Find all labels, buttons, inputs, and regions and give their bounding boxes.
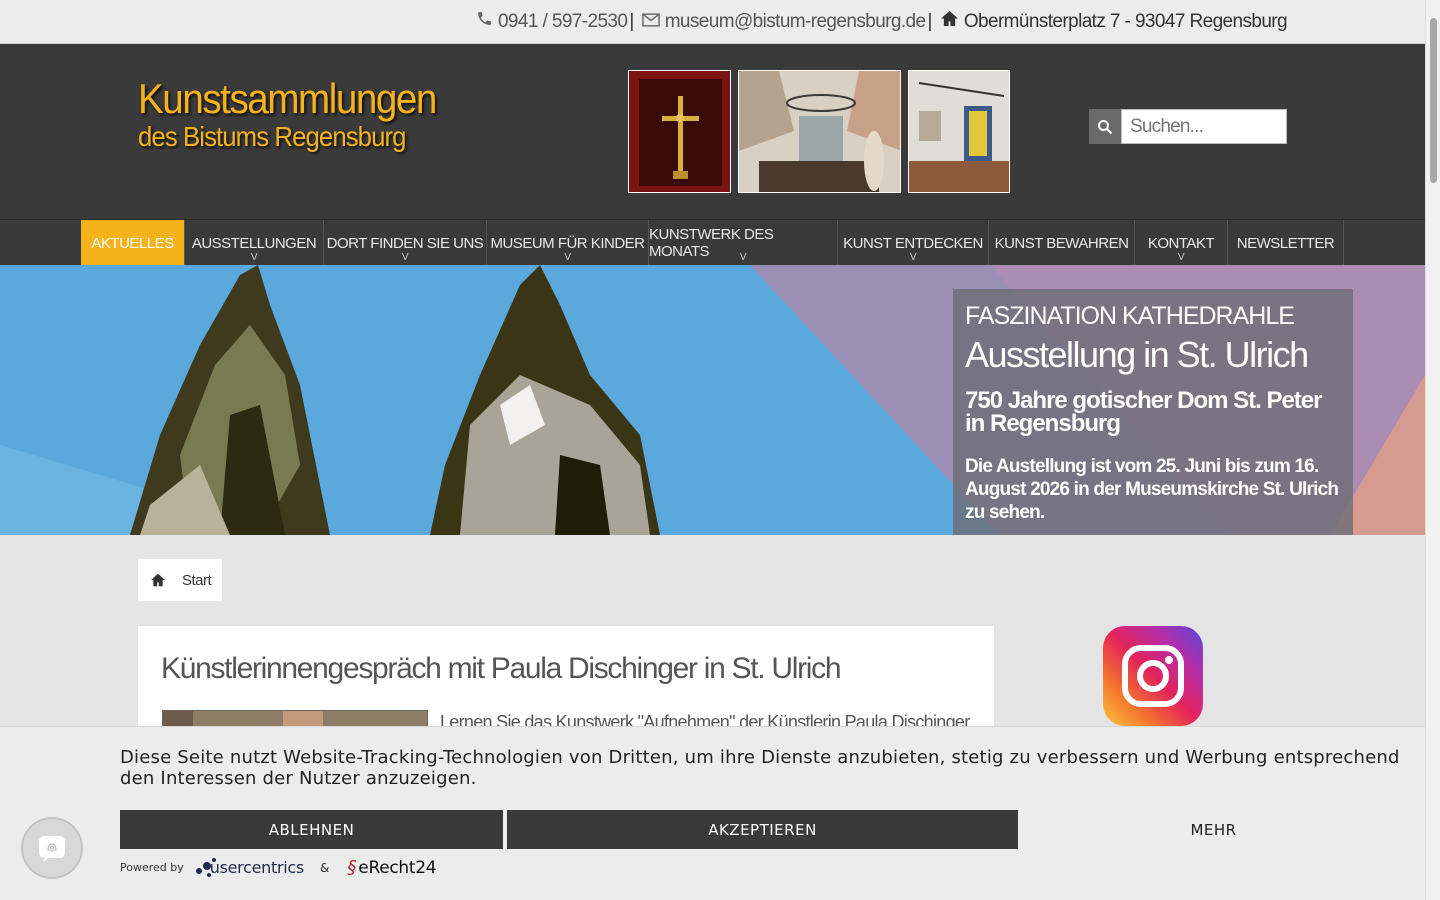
powered-by: Powered by usercentrics & § eRecht24 — [120, 857, 437, 878]
nav-item-kunst-bewahren[interactable]: KUNST BEWAHREN — [989, 220, 1135, 266]
header-image-exhibition — [908, 70, 1010, 193]
nav-label: AUSSTELLUNGEN — [191, 234, 317, 252]
more-button[interactable]: MEHR — [1022, 810, 1405, 849]
chevron-down-icon: v — [401, 252, 409, 263]
site-logo[interactable]: Kunstsammlungen des Bistums Regensburg — [138, 76, 462, 152]
contact-bar: 0941 / 597-2530 | museum@bistum-regensbu… — [0, 0, 1425, 44]
nav-item-kontakt[interactable]: KONTAKT v — [1135, 220, 1228, 266]
site-header: Kunstsammlungen des Bistums Regensburg — [0, 44, 1425, 219]
nav-label: NEWSLETTER — [1236, 234, 1335, 252]
chevron-down-icon: v — [739, 252, 747, 263]
page: 0941 / 597-2530 | museum@bistum-regensbu… — [0, 0, 1425, 900]
chevron-down-icon: v — [564, 252, 571, 263]
nav-item-dort-finden-sie-uns[interactable]: DORT FINDEN SIE UNS v — [324, 220, 487, 266]
nav-item-aktuelles[interactable]: AKTUELLES — [81, 220, 185, 266]
header-image-cross — [628, 70, 731, 193]
erecht24-logo[interactable]: eRecht24 — [358, 858, 436, 878]
main-nav: AKTUELLES AUSSTELLUNGEN v DORT FINDEN SIE… — [0, 219, 1425, 266]
nav-label: KUNST ENTDECKEN — [843, 234, 983, 252]
nav-label: DORT FINDEN SIE UNS — [326, 234, 484, 252]
erecht24-logo-icon: § — [347, 857, 357, 878]
hero-body: Die Austellung ist vom 25. Juni bis zum … — [965, 456, 1339, 523]
scrollbar-thumb[interactable] — [1430, 18, 1437, 183]
fingerprint-icon — [39, 836, 65, 862]
chevron-down-icon: v — [250, 252, 258, 263]
separator: | — [629, 10, 634, 32]
hero-title: Ausstellung in St. Ulrich — [965, 334, 1309, 375]
nav-label: KONTAKT — [1147, 234, 1215, 252]
instagram-link[interactable] — [1103, 626, 1203, 726]
powered-by-label: Powered by — [120, 861, 184, 874]
nav-label: MUSEUM FÜR KINDER — [490, 234, 645, 252]
scrollbar[interactable] — [1425, 0, 1440, 900]
hero-caption: FASZINATION KATHEDRAHLE Ausstellung in S… — [953, 289, 1353, 535]
envelope-icon — [641, 11, 660, 33]
accept-button[interactable]: AKZEPTIEREN — [507, 810, 1018, 849]
search-icon — [1098, 119, 1113, 134]
instagram-icon — [1122, 645, 1184, 707]
phone-link[interactable]: 0941 / 597-2530 — [498, 11, 628, 33]
hero-banner[interactable]: FASZINATION KATHEDRAHLE Ausstellung in S… — [0, 265, 1425, 535]
home-icon — [151, 573, 165, 587]
cookie-message: Diese Seite nutzt Website-Tracking-Techn… — [120, 747, 1400, 789]
article-title[interactable]: Künstlerinnengespräch mit Paula Disching… — [161, 652, 842, 686]
usercentrics-logo[interactable]: usercentrics — [210, 858, 304, 877]
nav-item-museum-fuer-kinder[interactable]: MUSEUM FÜR KINDER v — [487, 220, 649, 266]
privacy-settings-button[interactable] — [21, 817, 83, 879]
breadcrumb-start[interactable]: Start — [182, 572, 212, 589]
address-text: Obermünsterplatz 7 - 93047 Regensburg — [963, 10, 1288, 32]
nav-item-newsletter[interactable]: NEWSLETTER — [1228, 220, 1344, 266]
logo-line-1: Kunstsammlungen — [138, 75, 437, 122]
separator: | — [927, 10, 932, 32]
breadcrumb: Start — [138, 559, 222, 601]
nav-item-kunst-entdecken[interactable]: KUNST ENTDECKEN v — [838, 220, 989, 266]
nav-label: KUNST BEWAHREN — [994, 234, 1129, 252]
chevron-down-icon: v — [909, 252, 917, 263]
decline-button[interactable]: ABLEHNEN — [120, 810, 503, 849]
nav-item-ausstellungen[interactable]: AUSSTELLUNGEN v — [185, 220, 324, 266]
cookie-banner: Diese Seite nutzt Website-Tracking-Techn… — [0, 726, 1425, 900]
chevron-down-icon: v — [1177, 252, 1185, 263]
hero-kicker: FASZINATION KATHEDRAHLE — [965, 302, 1295, 330]
search-box — [1089, 109, 1287, 144]
nav-label: AKTUELLES — [91, 234, 174, 252]
search-input[interactable] — [1121, 109, 1287, 144]
hero-subtitle: 750 Jahre gotischer Dom St. Peter in Reg… — [965, 387, 1322, 437]
search-button[interactable] — [1089, 109, 1121, 144]
home-icon — [940, 10, 959, 33]
logo-line-2: des Bistums Regensburg — [138, 121, 406, 152]
amp-label: & — [319, 860, 330, 875]
phone-icon — [476, 10, 493, 33]
header-image-church-interior — [738, 70, 901, 193]
nav-item-kunstwerk-des-monats[interactable]: KUNSTWERK DES MONATS v — [649, 220, 838, 266]
email-link[interactable]: museum@bistum-regensburg.de — [665, 11, 926, 33]
